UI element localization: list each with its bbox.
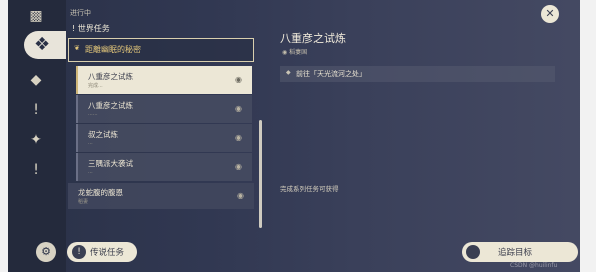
reward-hint: 完成系列任务可获得 [280,185,339,193]
exclamation-icon[interactable]: ! [26,100,46,120]
subquest-item[interactable]: 叔之试炼 ... ◉ [76,124,252,152]
next-quest-title: 龙蛇腹的腹恩 [78,188,123,197]
compass-icon: ❖ [34,34,51,55]
pin-icon[interactable]: ◉ [235,162,242,171]
active-quest[interactable]: ❦ 距離幽眠的秘密 [68,38,254,62]
subquest-sub: ...... [88,111,98,117]
quest-location-text: 稻妻国 [289,49,308,56]
settings-icon[interactable]: ⚙ [36,242,56,262]
subquest-item[interactable]: 八重彦之试炼 完成... ◉ [76,66,252,94]
right-frame [580,0,596,272]
close-icon[interactable]: ✕ [541,5,559,23]
subquest-sub: ... [88,169,93,175]
rail-active-item[interactable]: ❖ [24,31,66,59]
subquest-title: 八重彦之试炼 [88,101,133,110]
subquest-item[interactable]: 八重彦之试炼 ...... ◉ [76,95,252,123]
track-button[interactable]: 追踪目标 [462,242,578,262]
legend-quest-button[interactable]: ! 传说任务 [67,242,137,262]
quest-objective: ◆ 前往「天光流河之处」 [280,66,555,82]
track-label: 追踪目标 [498,248,533,258]
world-quest-label: 世界任务 [77,24,110,33]
pin-icon[interactable]: ◉ [237,191,244,200]
star-diamond-icon[interactable]: ✦ [26,130,46,150]
active-quest-label: 距離幽眠的秘密 [85,45,141,54]
legend-quest-label: 传说任务 [90,248,125,258]
track-icon [466,245,480,259]
quest-title: 八重彦之试炼 [280,32,346,45]
pin-icon[interactable]: ◉ [235,133,242,142]
subquest-title: 叔之试炼 [88,130,118,139]
world-quest-header[interactable]: ! 世界任务 [72,23,110,34]
exclamation-icon: ! [72,245,86,259]
quest-marker-icon: ❦ [74,44,80,52]
next-quest-sub: 稻妻 [78,199,89,205]
left-frame [0,0,8,272]
subquest-sub: ... [88,140,93,146]
subquest-sub: 完成... [88,83,103,89]
objective-bullet-icon: ◆ [286,69,291,76]
category-label: 进行中 [70,9,91,17]
subquest-title: 三隅派大袭试 [88,159,133,168]
pin-icon[interactable]: ◉ [235,75,242,84]
exclamation-icon[interactable]: ! [26,160,46,180]
watermark: CSDN @huilinfu [510,262,558,269]
objective-text: 前往「天光流河之处」 [296,70,366,78]
quest-diamond-icon[interactable]: ◆ [26,70,46,90]
pin-icon[interactable]: ◉ [235,104,242,113]
subquest-title: 八重彦之试炼 [88,72,133,81]
quest-location: ◉ 稻妻国 [282,49,308,56]
list-scrollbar[interactable] [259,120,262,228]
next-quest-item[interactable]: 龙蛇腹的腹恩 稻妻 ◉ [68,183,254,209]
book-icon[interactable]: ▩ [26,6,46,26]
subquest-item[interactable]: 三隅派大袭试 ... ◉ [76,153,252,181]
